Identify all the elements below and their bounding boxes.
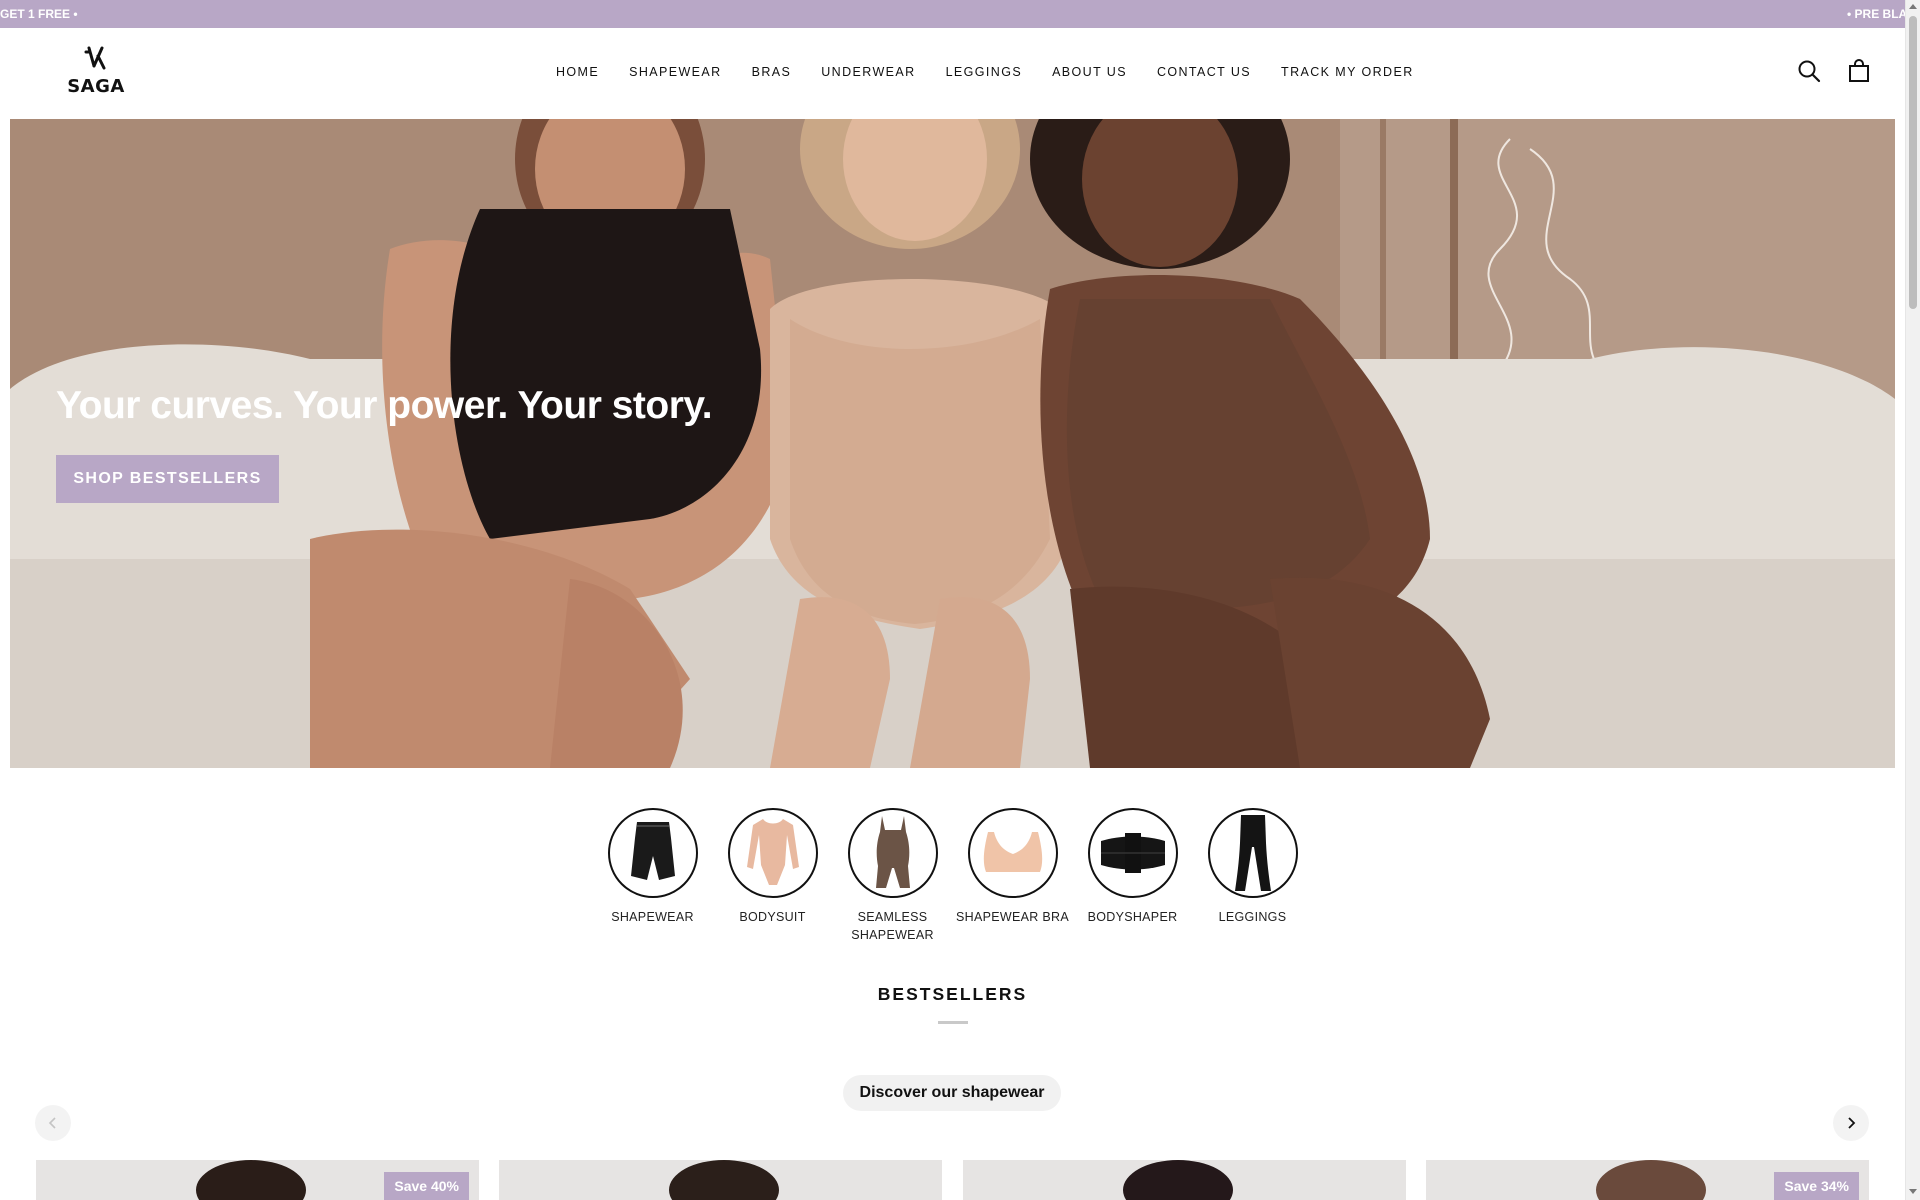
discount-badge: Save 40%	[384, 1172, 469, 1200]
product-image	[1596, 1160, 1706, 1200]
product-image	[669, 1160, 779, 1200]
site-header: SAGA HOME SHAPEWEAR BRAS UNDERWEAR LEGGI…	[0, 28, 1905, 119]
logo[interactable]: SAGA	[64, 46, 128, 102]
category-shapewear[interactable]: SHAPEWEAR	[593, 808, 713, 944]
nav-contact-us[interactable]: CONTACT US	[1157, 65, 1251, 79]
page-scrollbar[interactable]	[1905, 0, 1920, 1200]
bestsellers-title: BESTSELLERS	[877, 984, 1028, 1004]
title-divider	[938, 1021, 968, 1024]
category-label: SHAPEWEAR BRA	[956, 910, 1069, 924]
nav-about-us[interactable]: ABOUT US	[1052, 65, 1127, 79]
product-card[interactable]	[499, 1160, 942, 1200]
bra-icon	[967, 808, 1058, 898]
discount-badge: Save 34%	[1774, 1172, 1859, 1200]
carousel-next-button[interactable]	[1833, 1105, 1869, 1141]
chevron-left-icon	[48, 1117, 56, 1129]
scroll-up-arrow[interactable]	[1909, 4, 1917, 9]
bodysuit-icon	[727, 808, 818, 898]
logo-text: SAGA	[67, 76, 125, 97]
nav-bras[interactable]: BRAS	[752, 65, 792, 79]
category-leggings[interactable]: LEGGINGS	[1193, 808, 1313, 944]
shapewear-shorts-icon	[607, 808, 698, 898]
category-label: BODYSHAPER	[1087, 910, 1178, 924]
leggings-icon	[1207, 808, 1298, 898]
nav-underwear[interactable]: UNDERWEAR	[821, 65, 915, 79]
product-card[interactable]	[963, 1160, 1406, 1200]
category-label: SEAMLESS SHAPEWEAR	[851, 910, 934, 942]
main-nav: HOME SHAPEWEAR BRAS UNDERWEAR LEGGINGS A…	[556, 65, 1444, 79]
hero-title: Your curves. Your power. Your story.	[56, 384, 713, 427]
announcement-bar: GET 1 FREE • • PRE BLA	[0, 0, 1905, 28]
category-list: SHAPEWEAR BODYSUIT SEAMLESS SHAPEWEAR SH…	[0, 808, 1905, 944]
product-card[interactable]: Save 34%	[1426, 1160, 1869, 1200]
category-shapewear-bra[interactable]: SHAPEWEAR BRA	[953, 808, 1073, 944]
product-card[interactable]: Save 40%	[36, 1160, 479, 1200]
category-seamless-shapewear[interactable]: SEAMLESS SHAPEWEAR	[833, 808, 953, 944]
category-bodysuit[interactable]: BODYSUIT	[713, 808, 833, 944]
hero-banner: Your curves. Your power. Your story. SHO…	[10, 119, 1895, 768]
waist-belt-icon	[1087, 808, 1178, 898]
nav-home[interactable]: HOME	[556, 65, 599, 79]
announcement-text-right: • PRE BLA	[1847, 7, 1905, 21]
discover-shapewear-button[interactable]: Discover our shapewear	[843, 1075, 1061, 1111]
product-image	[196, 1160, 306, 1200]
product-image	[1123, 1160, 1233, 1200]
category-bodyshaper[interactable]: BODYSHAPER	[1073, 808, 1193, 944]
shop-bestsellers-button[interactable]: SHOP BESTSELLERS	[56, 455, 279, 503]
nav-shapewear[interactable]: SHAPEWEAR	[629, 65, 721, 79]
scrollbar-thumb[interactable]	[1909, 16, 1917, 309]
category-label: BODYSUIT	[739, 910, 806, 924]
logo-mark-icon	[84, 46, 106, 70]
category-label: LEGGINGS	[1218, 910, 1287, 924]
scroll-down-arrow[interactable]	[1909, 1189, 1917, 1194]
nav-track-my-order[interactable]: TRACK MY ORDER	[1281, 65, 1414, 79]
category-label: SHAPEWEAR	[611, 910, 694, 924]
nav-leggings[interactable]: LEGGINGS	[946, 65, 1023, 79]
announcement-text-left: GET 1 FREE •	[0, 7, 78, 21]
product-carousel: Save 40% Save 34%	[36, 1160, 1870, 1200]
hero-image	[10, 119, 1895, 768]
carousel-prev-button[interactable]	[35, 1105, 71, 1141]
seamless-shapewear-icon	[847, 808, 938, 898]
search-icon[interactable]	[1796, 58, 1822, 84]
chevron-right-icon	[1848, 1117, 1856, 1129]
shopping-bag-icon[interactable]	[1846, 58, 1872, 84]
